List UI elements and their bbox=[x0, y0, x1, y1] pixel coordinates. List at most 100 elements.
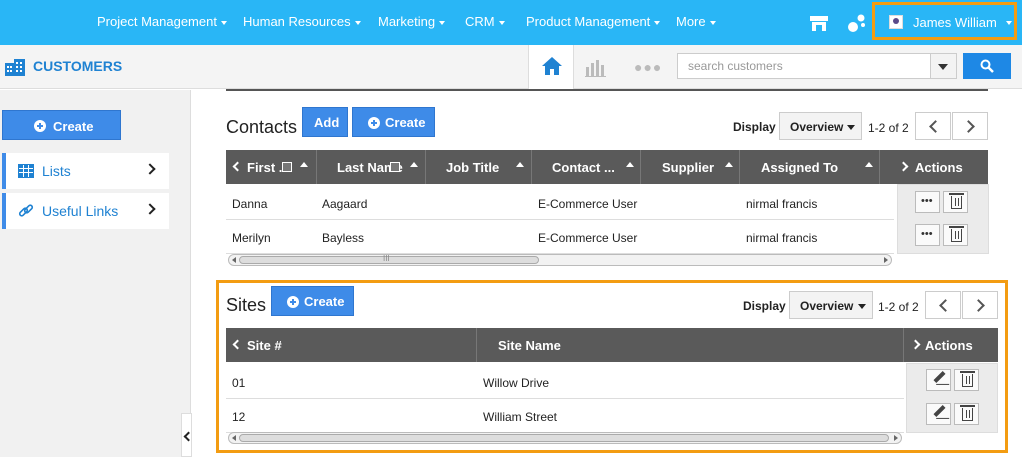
sidebar-item-useful-links[interactable]: Useful Links bbox=[2, 193, 169, 229]
app-root: Project Management Human Resources Marke… bbox=[0, 0, 1022, 457]
chevron-down-icon bbox=[858, 304, 866, 309]
contacts-pager-text: 1-2 of 2 bbox=[868, 121, 909, 135]
nav-project-management[interactable]: Project Management bbox=[97, 14, 227, 29]
search-input[interactable] bbox=[677, 53, 931, 79]
chevron-right-icon[interactable] bbox=[898, 161, 909, 172]
chevron-right-icon bbox=[972, 299, 985, 312]
plus-circle-icon bbox=[287, 296, 299, 308]
avatar bbox=[889, 15, 903, 29]
chevron-right-icon[interactable] bbox=[910, 339, 921, 350]
search-dropdown-button[interactable] bbox=[931, 53, 957, 79]
delete-button[interactable] bbox=[954, 403, 979, 425]
search-button[interactable] bbox=[963, 53, 1011, 79]
sort-icon[interactable] bbox=[725, 162, 733, 167]
column-actions[interactable]: Actions bbox=[894, 150, 988, 184]
column-site-name[interactable]: Site Name bbox=[477, 328, 904, 362]
home-button[interactable] bbox=[528, 45, 574, 89]
contacts-prev-page-button[interactable] bbox=[915, 112, 951, 140]
sort-icon[interactable] bbox=[516, 162, 524, 167]
chevron-left-icon bbox=[939, 299, 952, 312]
trash-icon bbox=[960, 405, 975, 421]
more-dots-icon: ••• bbox=[921, 195, 933, 207]
sort-icon[interactable] bbox=[300, 162, 308, 167]
trash-icon bbox=[960, 371, 975, 387]
more-actions-button[interactable]: ••• bbox=[915, 224, 940, 246]
table-row[interactable]: 01 Willow Drive bbox=[226, 365, 904, 399]
apps-icon[interactable] bbox=[846, 12, 868, 34]
sidebar-item-lists[interactable]: Lists bbox=[2, 153, 169, 189]
list-icon bbox=[18, 164, 34, 178]
app-header: CUSTOMERS ●●● bbox=[0, 45, 1022, 89]
chevron-down-icon bbox=[354, 20, 361, 25]
contacts-next-page-button[interactable] bbox=[952, 112, 988, 140]
top-nav: Project Management Human Resources Marke… bbox=[0, 0, 1022, 45]
chevron-down-icon bbox=[847, 125, 855, 130]
column-site-number[interactable]: Site # bbox=[226, 328, 477, 362]
nav-human-resources[interactable]: Human Resources bbox=[243, 14, 361, 29]
store-icon[interactable] bbox=[808, 12, 830, 34]
scrollbar-thumb[interactable] bbox=[239, 434, 889, 442]
scroll-right-arrow-icon[interactable] bbox=[884, 257, 888, 263]
sidebar-create-button[interactable]: Create bbox=[2, 110, 121, 140]
sites-horizontal-scrollbar[interactable] bbox=[228, 432, 902, 444]
filter-icon[interactable] bbox=[390, 162, 400, 172]
contacts-create-button[interactable]: Create bbox=[352, 107, 435, 137]
column-first-name[interactable]: First ... bbox=[226, 150, 317, 184]
nav-marketing[interactable]: Marketing bbox=[378, 14, 446, 29]
more-actions-button[interactable]: ••• bbox=[915, 191, 940, 213]
sites-display-label: Display bbox=[743, 299, 786, 313]
column-assigned-to[interactable]: Assigned To bbox=[740, 150, 880, 184]
scrollbar-grip: III bbox=[383, 254, 390, 263]
chevron-left-icon[interactable] bbox=[232, 339, 243, 350]
sites-next-page-button[interactable] bbox=[962, 291, 998, 319]
table-row[interactable]: 12 William Street bbox=[226, 399, 904, 433]
trash-icon bbox=[949, 193, 964, 209]
more-dots-icon: ••• bbox=[921, 228, 933, 240]
search-icon bbox=[980, 59, 994, 73]
scroll-left-arrow-icon[interactable] bbox=[232, 257, 236, 263]
chevron-right-icon bbox=[144, 203, 156, 215]
sites-display-select[interactable]: Overview bbox=[789, 291, 873, 319]
sites-pager-text: 1-2 of 2 bbox=[878, 300, 919, 314]
column-supplier[interactable]: Supplier bbox=[641, 150, 740, 184]
chevron-down-icon bbox=[709, 20, 716, 25]
column-actions[interactable]: Actions bbox=[906, 328, 998, 362]
edit-button[interactable] bbox=[926, 403, 951, 425]
sort-icon[interactable] bbox=[410, 162, 418, 167]
sort-icon[interactable] bbox=[865, 162, 873, 167]
contacts-table-header: First ... Last Name Job Title Contact ..… bbox=[226, 150, 988, 184]
plus-circle-icon bbox=[368, 117, 380, 129]
sort-icon[interactable] bbox=[626, 162, 634, 167]
table-row[interactable]: Merilyn Bayless E-Commerce User nirmal f… bbox=[226, 220, 894, 254]
sites-title: Sites bbox=[226, 295, 267, 315]
chevron-right-icon bbox=[962, 120, 975, 133]
sidebar-collapse-button[interactable] bbox=[181, 413, 192, 457]
contacts-add-button[interactable]: Add bbox=[302, 107, 348, 137]
contacts-display-label: Display bbox=[733, 120, 776, 134]
table-row[interactable]: Danna Aagaard E-Commerce User nirmal fra… bbox=[226, 186, 894, 220]
more-dots-icon[interactable]: ●●● bbox=[634, 59, 662, 75]
contacts-display-select[interactable]: Overview bbox=[779, 112, 862, 140]
contacts-title: Contacts bbox=[226, 117, 298, 137]
delete-button[interactable] bbox=[943, 224, 968, 246]
scroll-left-arrow-icon[interactable] bbox=[232, 435, 236, 441]
filter-icon[interactable] bbox=[282, 162, 292, 172]
chevron-left-icon[interactable] bbox=[232, 161, 243, 172]
sites-create-button[interactable]: Create bbox=[271, 286, 354, 316]
nav-product-management[interactable]: Product Management bbox=[526, 14, 661, 29]
nav-more[interactable]: More bbox=[676, 14, 716, 29]
edit-button[interactable] bbox=[926, 369, 951, 391]
column-last-name[interactable]: Last Name bbox=[317, 150, 426, 184]
scroll-right-arrow-icon[interactable] bbox=[894, 435, 898, 441]
chevron-left-icon bbox=[929, 120, 942, 133]
user-menu[interactable]: James William bbox=[872, 2, 1017, 40]
delete-button[interactable] bbox=[954, 369, 979, 391]
contacts-horizontal-scrollbar[interactable]: III bbox=[228, 254, 892, 266]
sites-actions-column bbox=[906, 363, 998, 433]
delete-button[interactable] bbox=[943, 191, 968, 213]
column-contact-type[interactable]: Contact ... bbox=[532, 150, 641, 184]
chart-icon[interactable] bbox=[584, 57, 608, 77]
sites-prev-page-button[interactable] bbox=[925, 291, 961, 319]
column-job-title[interactable]: Job Title bbox=[426, 150, 532, 184]
nav-crm[interactable]: CRM bbox=[465, 14, 505, 29]
